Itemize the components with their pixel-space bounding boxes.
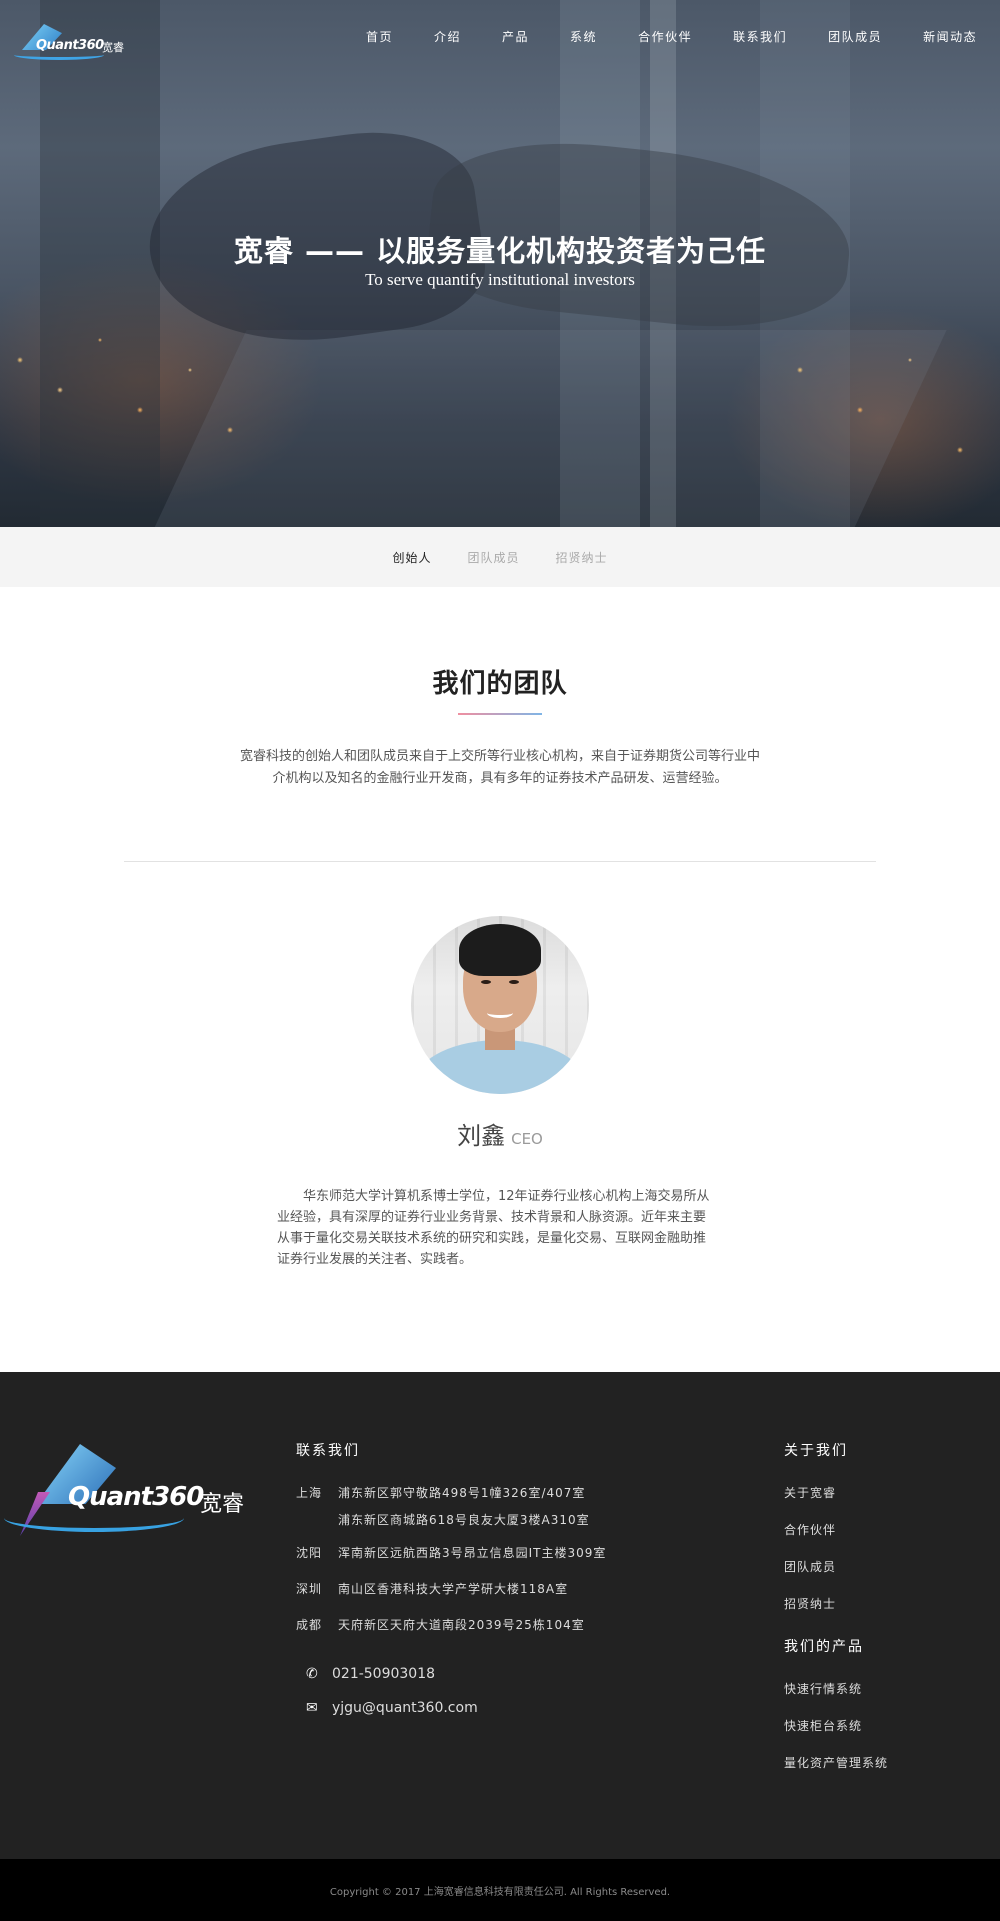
copyright-text: Copyright © 2017 上海宽睿信息科技有限责任公司. All Rig… <box>329 1886 671 1898</box>
nav-item-systems[interactable]: 系统 <box>570 28 597 45</box>
member-name: 刘鑫 <box>457 1122 506 1150</box>
address-city: 深圳 <box>296 1582 323 1596</box>
footer-link-asset-management[interactable]: 量化资产管理系统 <box>784 1754 888 1771</box>
footer-logo-cn-text: 宽睿 <box>200 1492 245 1517</box>
address-shenyang: 沈阳 浑南新区远航西路3号昂立信息园IT主楼309室 <box>296 1544 606 1561</box>
address-chengdu: 成都 天府新区天府大道南段2039号25栋104室 <box>296 1616 585 1633</box>
address-line: 浦东新区郭守敬路498号1幢326室/407室 <box>338 1486 586 1500</box>
contact-phone: ✆ 021-50903018 <box>306 1666 435 1682</box>
phone-number[interactable]: 021-50903018 <box>332 1666 435 1682</box>
team-section-title: 我们的团队 <box>432 669 568 699</box>
nav-item-contact[interactable]: 联系我们 <box>733 28 787 45</box>
nav-item-products[interactable]: 产品 <box>502 28 529 45</box>
site-footer: Quant360 宽睿 联系我们 上海 浦东新区郭守敬路498号1幢326室/40… <box>0 1372 1000 1859</box>
contact-email: ✉ yjgu@quant360.com <box>306 1700 478 1716</box>
member-avatar <box>411 916 589 1094</box>
about-heading: 关于我们 <box>784 1443 848 1459</box>
address-line: 浦东新区商城路618号良友大厦3楼A310室 <box>338 1513 590 1527</box>
footer-link-team[interactable]: 团队成员 <box>784 1558 836 1575</box>
main-nav: 首页 介绍 产品 系统 合作伙伴 联系我们 团队成员 新闻动态 <box>366 28 977 45</box>
nav-item-partners[interactable]: 合作伙伴 <box>638 28 692 45</box>
product-links: 快速行情系统 快速柜台系统 量化资产管理系统 <box>784 1680 888 1791</box>
tab-team-members[interactable]: 团队成员 <box>467 549 519 566</box>
email-address[interactable]: yjgu@quant360.com <box>332 1700 478 1716</box>
address-city: 成都 <box>296 1618 323 1632</box>
address-shanghai: 上海 浦东新区郭守敬路498号1幢326室/407室 浦东新区商城路618号良友大… <box>296 1484 590 1528</box>
footer-link-market-data[interactable]: 快速行情系统 <box>784 1680 888 1697</box>
address-city: 上海 <box>296 1486 323 1500</box>
footer-logo-text: Quant360 <box>68 1482 204 1512</box>
copyright-bar: Copyright © 2017 上海宽睿信息科技有限责任公司. All Rig… <box>0 1859 1000 1921</box>
nav-item-team[interactable]: 团队成员 <box>828 28 882 45</box>
hero-subtitle: To serve quantify institutional investor… <box>365 270 635 289</box>
hero-title: 宽睿 —— 以服务量化机构投资者为己任 <box>233 234 767 268</box>
footer-link-about[interactable]: 关于宽睿 <box>784 1484 836 1501</box>
envelope-icon: ✉ <box>306 1700 318 1716</box>
address-shenzhen: 深圳 南山区香港科技大学产学研大楼118A室 <box>296 1580 568 1597</box>
tab-founder[interactable]: 创始人 <box>392 549 431 566</box>
footer-link-recruitment[interactable]: 招贤纳士 <box>784 1595 836 1612</box>
title-underline <box>458 713 542 715</box>
section-divider <box>124 861 876 862</box>
hero-city-lights <box>0 300 260 480</box>
hero-city-lights <box>780 330 1000 510</box>
address-line: 浑南新区远航西路3号昂立信息园IT主楼309室 <box>338 1546 607 1560</box>
footer-logo[interactable]: Quant360 宽睿 <box>0 1442 250 1542</box>
header-logo[interactable]: Quant360 宽睿 <box>14 22 124 66</box>
member-role: CEO <box>511 1130 543 1148</box>
member-name-line: 刘鑫 CEO <box>0 1116 1000 1151</box>
phone-icon: ✆ <box>306 1666 318 1682</box>
member-bio: 华东师范大学计算机系博士学位，12年证券行业核心机构上海交易所从业经验，具有深厚… <box>277 1189 710 1267</box>
logo-cn-text: 宽睿 <box>102 41 124 54</box>
nav-item-news[interactable]: 新闻动态 <box>923 28 977 45</box>
contact-heading: 联系我们 <box>296 1443 360 1459</box>
footer-link-trading-counter[interactable]: 快速柜台系统 <box>784 1717 888 1734</box>
address-line: 南山区香港科技大学产学研大楼118A室 <box>338 1582 569 1596</box>
logo-text: Quant360 <box>36 38 104 53</box>
tab-recruitment[interactable]: 招贤纳士 <box>556 549 608 566</box>
products-heading: 我们的产品 <box>784 1639 864 1655</box>
team-description: 宽睿科技的创始人和团队成员来自于上交所等行业核心机构，来自于证券期货公司等行业中… <box>240 749 761 786</box>
team-tabs: 创始人 团队成员 招贤纳士 <box>0 527 1000 587</box>
nav-item-intro[interactable]: 介绍 <box>434 28 461 45</box>
address-city: 沈阳 <box>296 1546 323 1560</box>
about-links: 关于宽睿 合作伙伴 团队成员 招贤纳士 <box>784 1484 836 1632</box>
footer-link-partners[interactable]: 合作伙伴 <box>784 1521 836 1538</box>
hero-banner: Quant360 宽睿 首页 介绍 产品 系统 合作伙伴 联系我们 团队成员 新… <box>0 0 1000 527</box>
nav-item-home[interactable]: 首页 <box>366 28 393 45</box>
address-line: 天府新区天府大道南段2039号25栋104室 <box>338 1618 585 1632</box>
